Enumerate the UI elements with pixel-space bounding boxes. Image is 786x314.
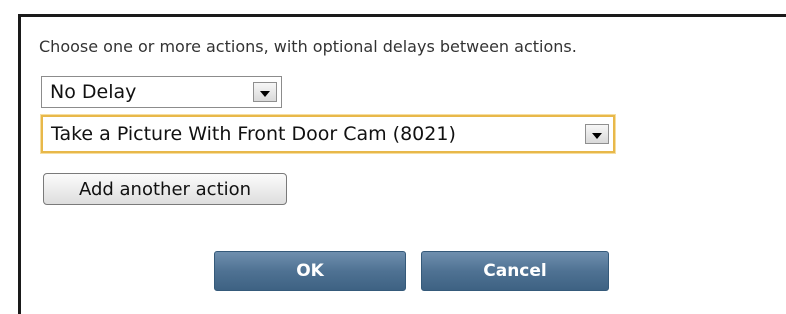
action-select[interactable]: Take a Picture With Front Door Cam (8021…	[41, 115, 615, 153]
instructions-text: Choose one or more actions, with optiona…	[39, 37, 577, 56]
delay-select[interactable]: No Delay	[41, 76, 282, 108]
action-select-value: Take a Picture With Front Door Cam (8021…	[51, 123, 456, 145]
ok-button[interactable]: OK	[214, 251, 406, 291]
chevron-down-icon[interactable]	[585, 124, 609, 144]
action-dialog: Choose one or more actions, with optiona…	[18, 14, 786, 314]
cancel-button[interactable]: Cancel	[421, 251, 609, 291]
chevron-down-icon[interactable]	[253, 82, 277, 102]
delay-select-value: No Delay	[50, 81, 137, 103]
add-another-action-button[interactable]: Add another action	[43, 173, 287, 205]
